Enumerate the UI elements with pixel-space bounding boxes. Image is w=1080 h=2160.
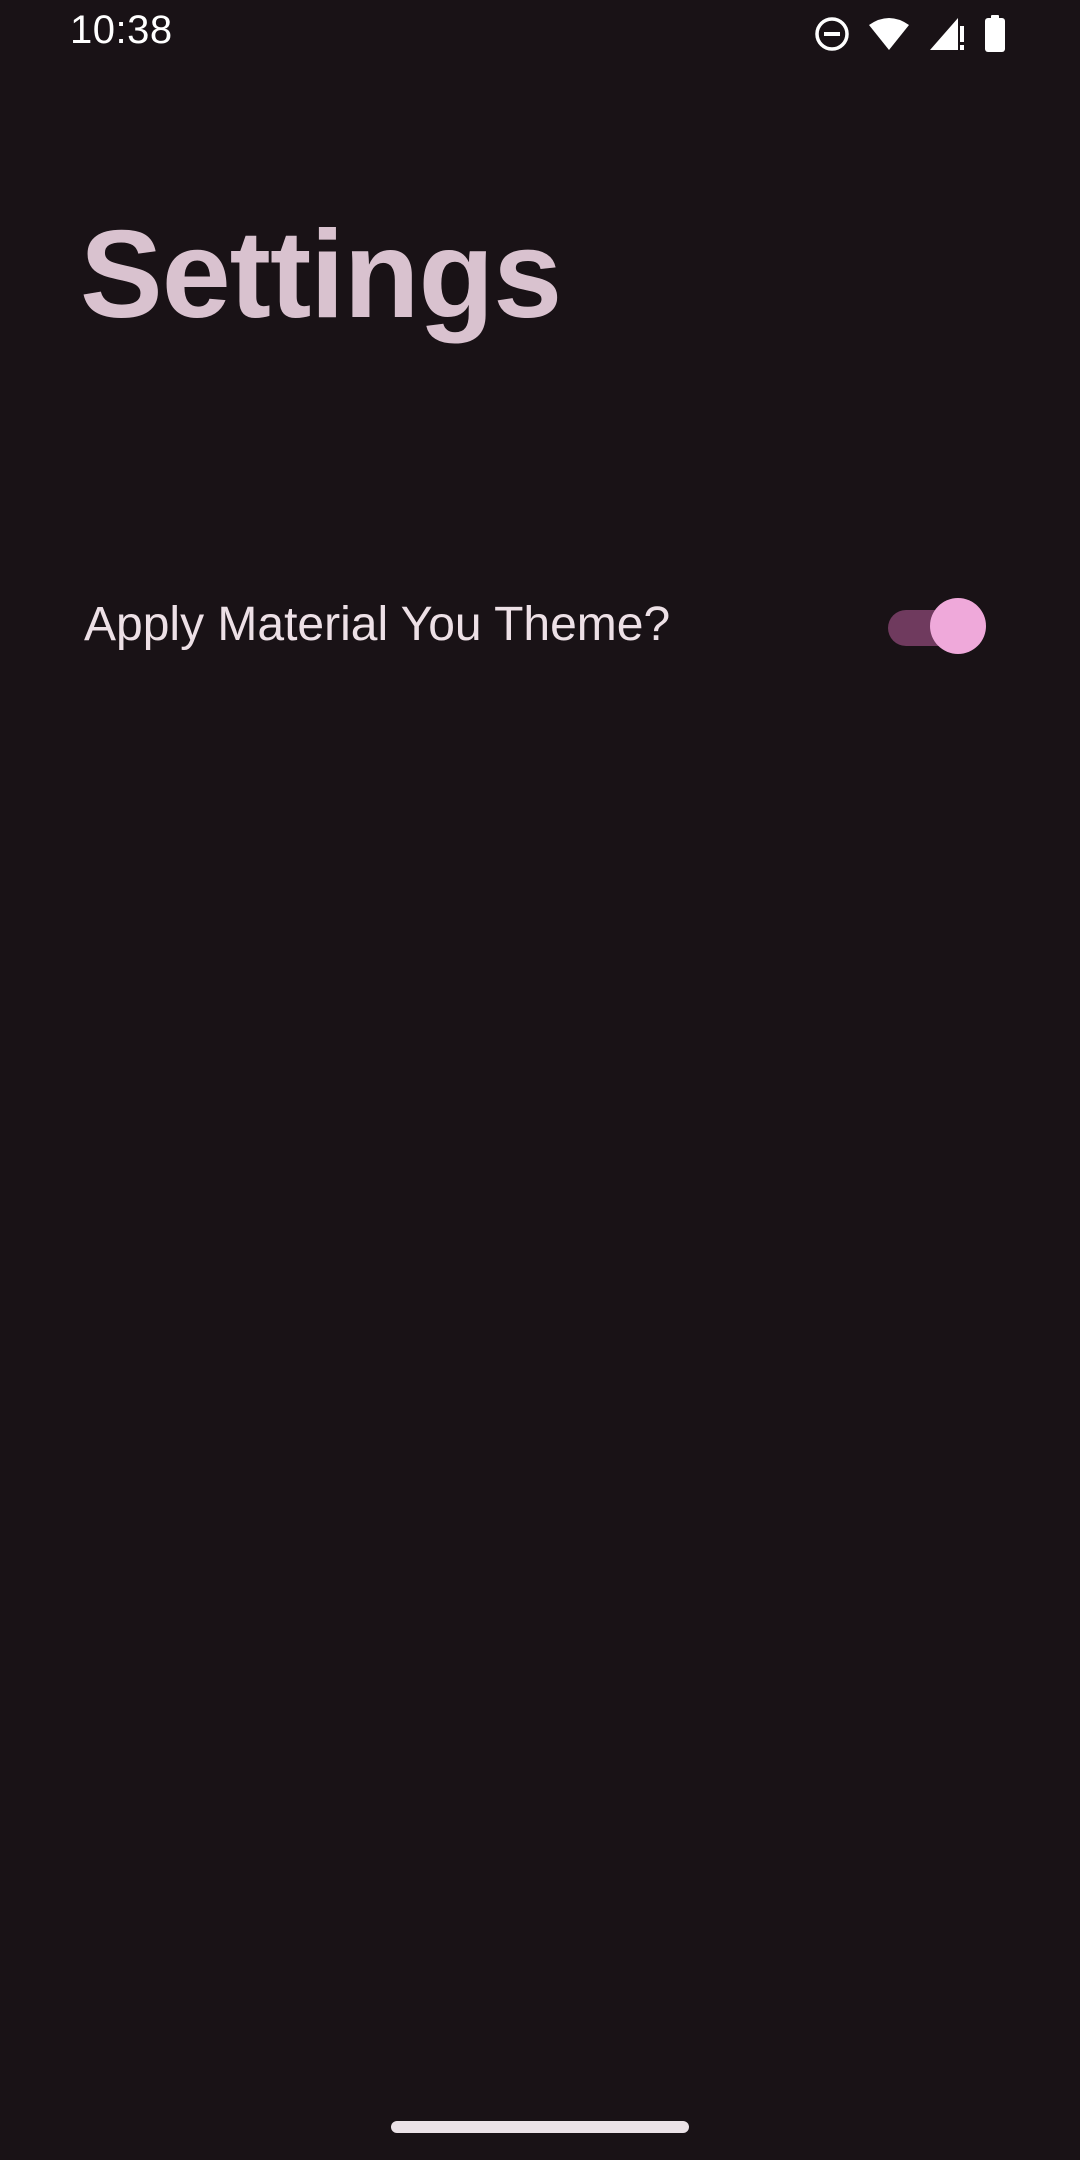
do-not-disturb-icon xyxy=(814,16,850,52)
setting-row-material-you[interactable]: Apply Material You Theme? xyxy=(84,580,996,668)
status-icons xyxy=(814,14,1006,54)
status-time: 10:38 xyxy=(70,8,173,52)
status-bar: 10:38 xyxy=(0,0,1080,66)
gesture-nav-handle[interactable] xyxy=(391,2121,689,2133)
material-you-toggle[interactable] xyxy=(888,594,986,654)
settings-screen: 10:38 Settings Apply Material You Theme? xyxy=(0,0,1080,2160)
battery-icon xyxy=(984,15,1006,53)
switch-thumb xyxy=(930,598,986,654)
cellular-no-data-icon xyxy=(928,16,966,52)
setting-label: Apply Material You Theme? xyxy=(84,597,671,651)
wifi-icon xyxy=(868,17,910,51)
page-title: Settings xyxy=(80,206,562,344)
